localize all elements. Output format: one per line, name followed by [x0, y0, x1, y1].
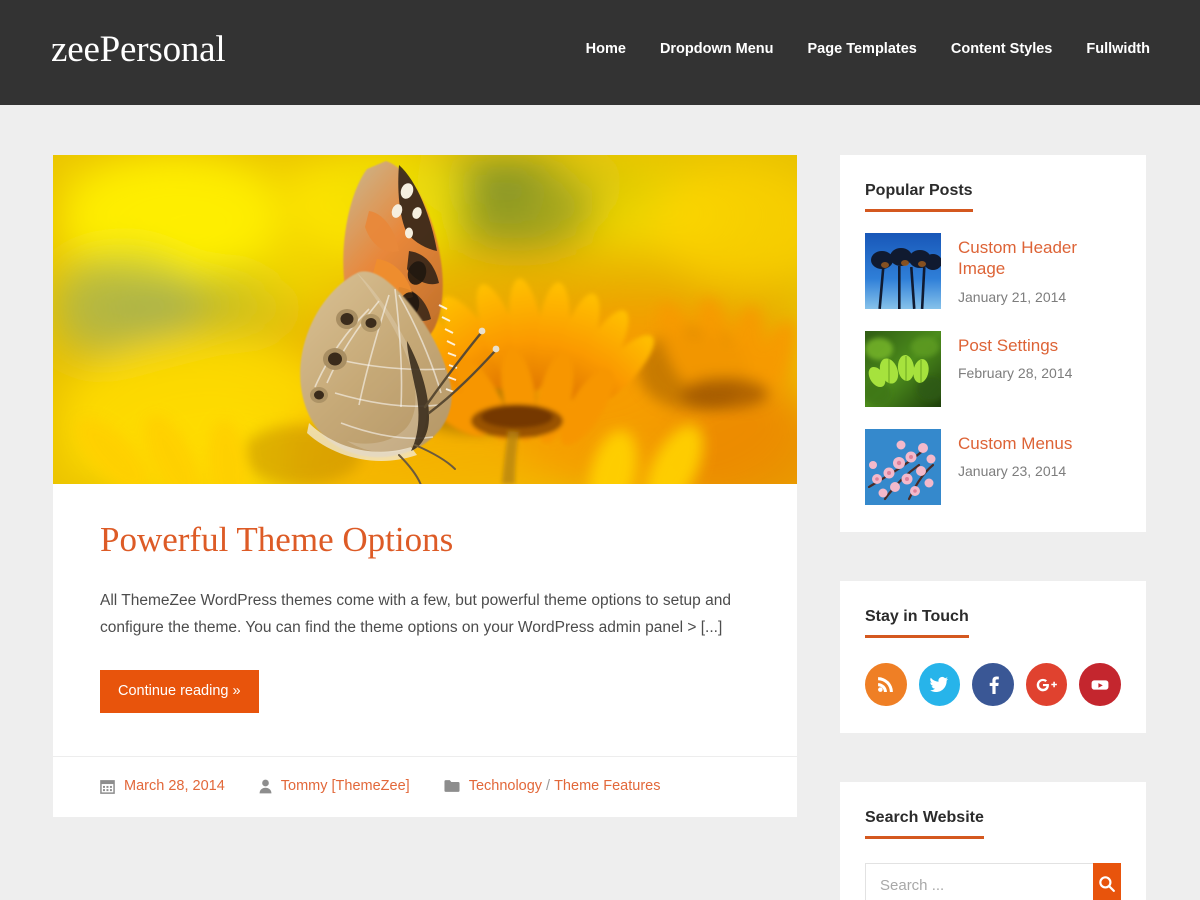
- nav-item-content-styles[interactable]: Content Styles: [934, 41, 1070, 57]
- widget-title-row: Search Website: [865, 809, 1121, 860]
- popular-post-title[interactable]: Post Settings: [958, 335, 1072, 356]
- popular-post-text: Custom Header Image January 21, 2014: [958, 233, 1121, 309]
- category-link-technology[interactable]: Technology: [469, 778, 542, 794]
- youtube-icon[interactable]: [1079, 663, 1121, 706]
- widget-title-row: Popular Posts: [865, 182, 1121, 233]
- post-meta: March 28, 2014 Tommy [ThemeZee] Technolo…: [53, 756, 797, 817]
- sidebar: Popular Posts Custom Header Image Januar…: [840, 155, 1146, 900]
- meta-categories: Technology / Theme Features: [444, 778, 660, 794]
- search-input[interactable]: [865, 863, 1093, 900]
- site-logo[interactable]: zeePersonal: [51, 28, 226, 71]
- page-body: Powerful Theme Options All ThemeZee Word…: [0, 105, 1200, 900]
- cherry-blossom-thumb: [865, 429, 941, 505]
- nav-item-fullwidth[interactable]: Fullwidth: [1069, 41, 1150, 57]
- widget-title-search-website: Search Website: [865, 809, 984, 839]
- meta-author: Tommy [ThemeZee]: [259, 778, 410, 794]
- nav-item-page-templates[interactable]: Page Templates: [791, 41, 934, 57]
- post-card: Powerful Theme Options All ThemeZee Word…: [53, 155, 797, 817]
- search-submit-button[interactable]: [1093, 863, 1121, 900]
- popular-post-date: January 21, 2014: [958, 288, 1067, 305]
- folder-icon: [444, 779, 460, 793]
- butterfly-flower-photo: [53, 155, 797, 484]
- popular-post-text: Post Settings February 28, 2014: [958, 331, 1072, 407]
- twitter-icon[interactable]: [918, 663, 961, 706]
- google-plus-icon[interactable]: [1025, 663, 1068, 706]
- popular-post-item: Post Settings February 28, 2014: [865, 331, 1121, 407]
- popular-post-item: Custom Menus January 23, 2014: [865, 429, 1121, 505]
- search-icon: [1098, 875, 1116, 896]
- widget-title-stay-in-touch: Stay in Touch: [865, 608, 969, 638]
- category-separator: /: [546, 778, 551, 794]
- user-icon: [259, 779, 272, 794]
- main-navigation: Home Dropdown Menu Page Templates Conten…: [569, 41, 1150, 57]
- main-content-column: Powerful Theme Options All ThemeZee Word…: [53, 155, 797, 817]
- category-link-theme-features[interactable]: Theme Features: [554, 778, 660, 794]
- widget-popular-posts: Popular Posts Custom Header Image Januar…: [840, 155, 1146, 532]
- widget-title-popular-posts: Popular Posts: [865, 182, 973, 212]
- widget-title-row: Stay in Touch: [865, 608, 1121, 659]
- popular-post-thumbnail[interactable]: [865, 429, 941, 505]
- widget-search: Search Website: [840, 782, 1146, 900]
- site-header: zeePersonal Home Dropdown Menu Page Temp…: [0, 0, 1200, 105]
- blue-sky-silhouette-thumb: [865, 233, 941, 309]
- facebook-icon[interactable]: [972, 663, 1014, 706]
- social-links: [865, 663, 1121, 706]
- calendar-icon: [100, 779, 115, 794]
- post-date-link[interactable]: March 28, 2014: [124, 778, 225, 794]
- popular-post-thumbnail[interactable]: [865, 331, 941, 407]
- popular-post-title[interactable]: Custom Menus: [958, 433, 1072, 454]
- popular-post-date: January 23, 2014: [958, 463, 1067, 480]
- popular-post-thumbnail[interactable]: [865, 233, 941, 309]
- continue-reading-button[interactable]: Continue reading »: [100, 670, 259, 713]
- popular-post-title[interactable]: Custom Header Image: [958, 237, 1121, 280]
- post-author-link[interactable]: Tommy [ThemeZee]: [281, 778, 410, 794]
- featured-image[interactable]: [53, 155, 797, 484]
- nav-item-home[interactable]: Home: [569, 41, 643, 57]
- popular-post-item: Custom Header Image January 21, 2014: [865, 233, 1121, 309]
- rss-icon[interactable]: [865, 663, 907, 706]
- meta-date: March 28, 2014: [100, 778, 225, 794]
- popular-post-text: Custom Menus January 23, 2014: [958, 429, 1072, 505]
- green-leaves-thumb: [865, 331, 941, 407]
- nav-item-dropdown-menu[interactable]: Dropdown Menu: [643, 41, 791, 57]
- post-body: Powerful Theme Options All ThemeZee Word…: [53, 484, 797, 756]
- post-title[interactable]: Powerful Theme Options: [100, 519, 750, 561]
- popular-post-date: February 28, 2014: [958, 365, 1073, 382]
- post-excerpt: All ThemeZee WordPress themes come with …: [100, 592, 731, 636]
- widget-stay-in-touch: Stay in Touch: [840, 581, 1146, 733]
- search-form: [865, 863, 1121, 900]
